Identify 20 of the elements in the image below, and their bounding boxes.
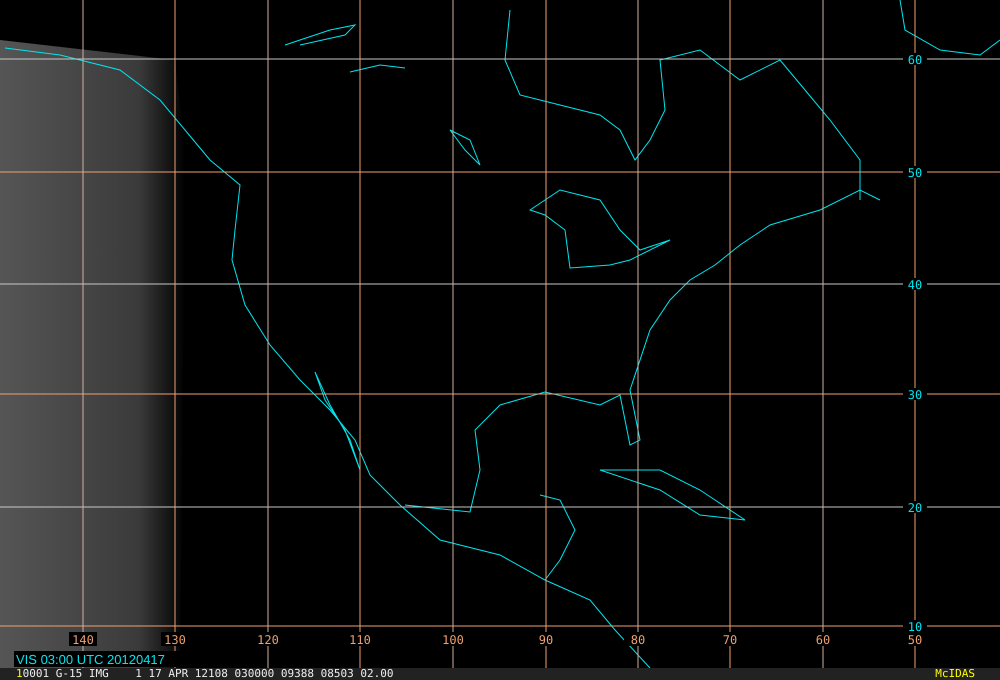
image-info: 0001 G-15 IMG 1 17 APR 12108 030000 09388 08503 02.00 xyxy=(22,668,394,680)
longitude-label: 90 xyxy=(538,633,554,647)
longitude-label: 120 xyxy=(257,633,279,647)
app-name: McIDAS xyxy=(935,668,975,680)
longitude-label: 50 xyxy=(908,633,922,647)
longitude-label: 130 xyxy=(164,633,186,647)
latitude-label: 40 xyxy=(908,278,922,292)
frame-number: 1 xyxy=(16,668,23,680)
longitude-label: 70 xyxy=(722,633,738,647)
longitude-label: 80 xyxy=(630,633,646,647)
latitude-label: 60 xyxy=(908,53,922,67)
latitude-label: 10 xyxy=(908,620,922,634)
image-caption: VIS 03:00 UTC 20120417 xyxy=(16,652,165,667)
longitude-label: 100 xyxy=(442,633,464,647)
latitude-label: 50 xyxy=(908,166,922,180)
longitude-label: 60 xyxy=(816,633,830,647)
longitude-label: 140 xyxy=(72,633,94,647)
latitude-label: 30 xyxy=(908,388,922,402)
latitude-label: 20 xyxy=(908,501,922,515)
longitude-label: 110 xyxy=(349,633,371,647)
